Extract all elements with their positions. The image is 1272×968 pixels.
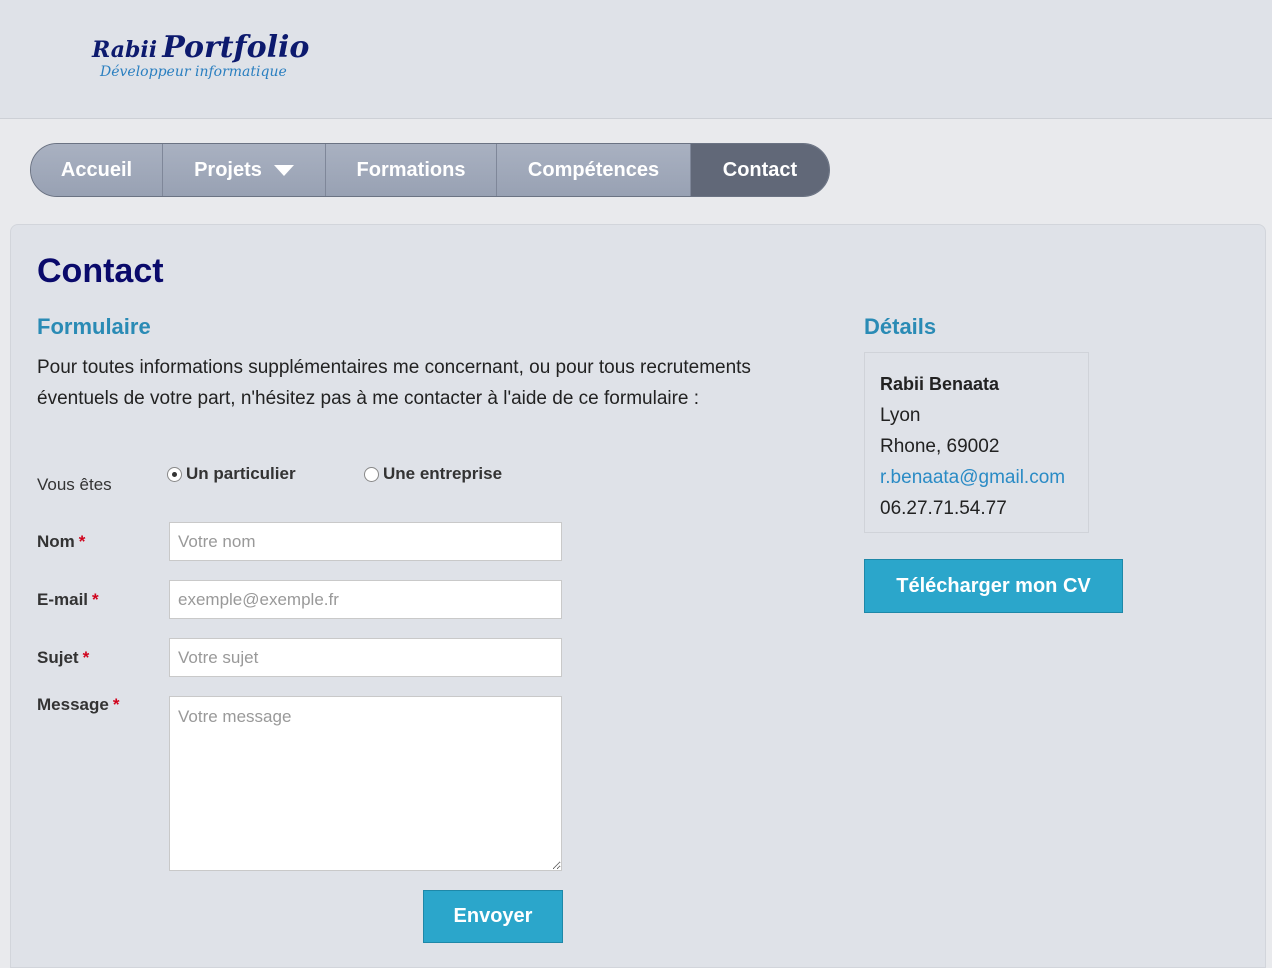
email-label-text: E-mail [37, 590, 89, 609]
message-textarea[interactable] [169, 696, 562, 871]
caret-down-icon [273, 164, 294, 176]
form-heading: Formulaire [37, 314, 151, 339]
logo-first-name: Rabii [92, 37, 158, 63]
email-label: E-mail * [37, 590, 99, 610]
message-label: Message * [37, 695, 119, 715]
message-label-text: Message [37, 695, 109, 714]
required-mark: * [112, 695, 120, 714]
nav-item-competences[interactable]: Compétences [497, 144, 691, 196]
nav-item-label: Formations [356, 158, 466, 181]
page-title: Contact [37, 252, 164, 290]
nom-label: Nom * [37, 532, 85, 552]
required-mark: * [82, 648, 90, 667]
details-heading: Détails [864, 314, 937, 339]
main-nav: Accueil Projets Formations Compétences C… [30, 143, 830, 197]
logo-subtitle: Développeur informatique [100, 64, 287, 80]
contact-phone: 06.27.71.54.77 [880, 498, 1007, 519]
contact-region: Rhone, 69002 [880, 436, 1000, 457]
nav-item-accueil[interactable]: Accueil [31, 144, 163, 196]
logo-title: Portfolio [162, 30, 310, 65]
required-mark: * [92, 590, 99, 609]
site-header: Rabii Portfolio Développeur informatique [0, 0, 1272, 119]
logo[interactable]: Rabii Portfolio [92, 30, 309, 65]
nav-item-label: Projets [194, 158, 262, 181]
contact-email-link[interactable]: r.benaata@gmail.com [880, 462, 1073, 493]
nav-item-label: Accueil [60, 158, 133, 181]
sujet-label: Sujet * [37, 648, 89, 668]
details-box: Rabii Benaata Lyon Rhone, 69002 r.benaat… [864, 352, 1089, 533]
sujet-label-text: Sujet [37, 648, 79, 667]
required-mark: * [78, 532, 86, 551]
radio-checked-icon[interactable] [167, 466, 182, 482]
nav-item-projets[interactable]: Projets [163, 144, 326, 196]
nav-item-contact[interactable]: Contact [691, 144, 829, 196]
contact-city: Lyon [880, 405, 921, 426]
radio-label: Un particulier [186, 464, 296, 483]
form-intro: Pour toutes informations supplémentaires… [37, 357, 751, 409]
radio-label: Une entreprise [383, 464, 503, 483]
radio-particulier[interactable]: Un particulier [167, 464, 296, 484]
email-input[interactable] [169, 580, 562, 619]
nom-input[interactable] [169, 522, 562, 561]
nom-label-text: Nom [37, 532, 75, 551]
radio-entreprise[interactable]: Une entreprise [364, 464, 502, 484]
radio-unchecked-icon[interactable] [364, 466, 379, 482]
download-cv-button[interactable]: Télécharger mon CV [864, 559, 1123, 613]
nav-item-label: Compétences [527, 158, 660, 181]
type-label: Vous êtes [37, 475, 112, 494]
nav-item-label: Contact [722, 158, 798, 181]
send-button[interactable]: Envoyer [423, 890, 563, 943]
nav-item-formations[interactable]: Formations [326, 144, 497, 196]
contact-name: Rabii Benaata [880, 374, 1000, 394]
sujet-input[interactable] [169, 638, 562, 677]
